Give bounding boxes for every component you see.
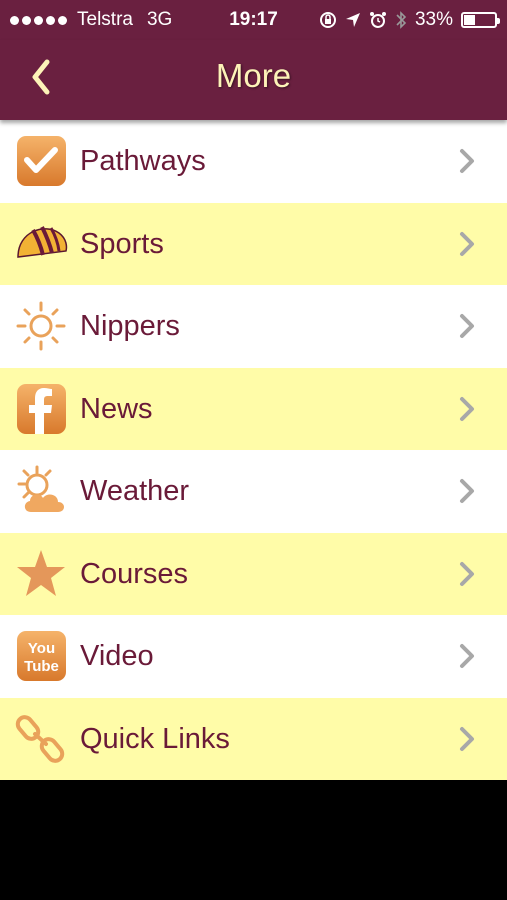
- menu-item-label: Nippers: [80, 310, 180, 342]
- menu-item-label: Courses: [80, 557, 188, 590]
- rotation-lock-icon: [319, 12, 336, 28]
- menu-item-label: Video: [80, 640, 154, 672]
- status-bar: Telstra 3G 19:17 33%: [0, 0, 507, 40]
- status-right: 33%: [319, 9, 500, 31]
- location-arrow-icon: [345, 13, 360, 27]
- menu-item-pathways[interactable]: Pathways: [0, 120, 507, 203]
- chevron-right-icon: [460, 231, 474, 256]
- sun-icon: [16, 301, 66, 351]
- chevron-right-icon: [460, 396, 474, 421]
- football-icon: [17, 225, 68, 258]
- menu-item-weather[interactable]: Weather: [0, 450, 507, 533]
- chevron-right-icon: [460, 479, 474, 503]
- chevron-right-icon: [460, 644, 474, 668]
- menu-item-sports[interactable]: Sports: [0, 202, 507, 285]
- menu-item-news[interactable]: News: [0, 367, 507, 450]
- checkmark-icon: [17, 136, 66, 186]
- youtube-icon: You Tube: [17, 631, 66, 681]
- chevron-right-icon: [460, 561, 474, 586]
- svg-text:Tube: Tube: [24, 658, 59, 675]
- page-title: More: [215, 57, 292, 94]
- battery-percent: 33%: [414, 9, 453, 30]
- menu-item-courses[interactable]: Courses: [0, 532, 507, 615]
- chevron-right-icon: [460, 726, 474, 751]
- weather-icon: [17, 465, 65, 512]
- svg-text:You: You: [28, 640, 55, 657]
- chevron-right-icon: [460, 149, 474, 173]
- menu-item-label: Quick Links: [80, 722, 230, 755]
- menu-item-video[interactable]: You Tube Video: [0, 615, 507, 698]
- menu-item-label: News: [80, 392, 153, 425]
- battery-icon: [461, 12, 500, 28]
- menu-item-label: Pathways: [80, 145, 206, 177]
- bluetooth-icon: [396, 11, 407, 29]
- alarm-icon: [369, 12, 386, 28]
- menu-item-label: Sports: [80, 227, 164, 260]
- menu-item-label: Weather: [80, 475, 190, 507]
- navigation-bar: More: [0, 40, 507, 120]
- chevron-right-icon: [460, 314, 474, 338]
- menu-item-quick-links[interactable]: Quick Links: [0, 697, 507, 780]
- star-icon: [17, 549, 65, 596]
- facebook-icon: [17, 383, 66, 434]
- menu-item-nippers[interactable]: Nippers: [0, 285, 507, 368]
- menu-list: Pathways Sports Nippers News Weather Cou…: [0, 120, 507, 780]
- link-icon: [15, 714, 65, 763]
